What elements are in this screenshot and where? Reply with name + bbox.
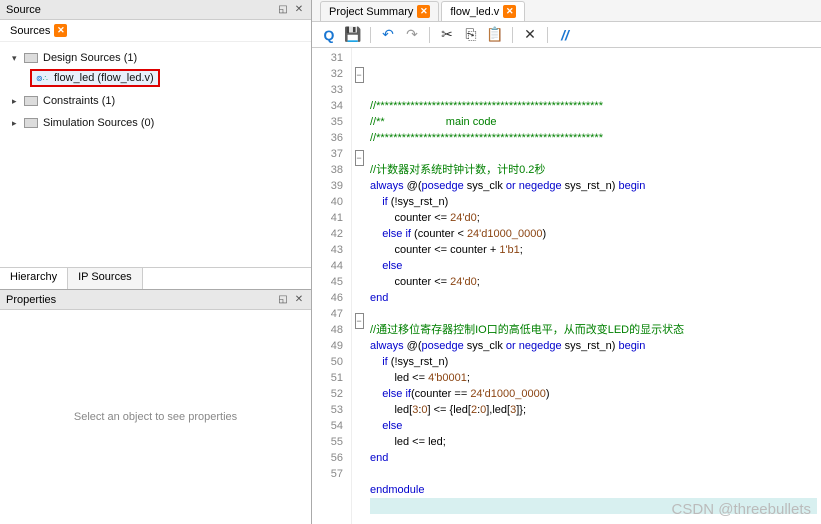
tree-item-design-sources[interactable]: ▾ Design Sources (1) [6, 50, 305, 66]
fold-column: − − − [352, 48, 366, 524]
properties-empty: Select an object to see properties [0, 310, 311, 524]
restore-icon[interactable]: ◱ [277, 294, 289, 306]
folder-icon [24, 53, 38, 63]
close-panel-icon[interactable]: ✕ [293, 294, 305, 306]
code-area[interactable]: //**************************************… [366, 48, 821, 524]
chevron-right-icon[interactable]: ▸ [12, 96, 24, 107]
tab-ip-sources[interactable]: IP Sources [68, 268, 143, 289]
editor-toolbar: Q 💾 ↶ ↷ ✂ ⎘ 📋 ✕ // [312, 22, 821, 48]
sources-subheader: Sources ✕ [0, 20, 311, 42]
restore-icon[interactable]: ◱ [277, 4, 289, 16]
chevron-down-icon[interactable]: ▾ [12, 53, 24, 64]
fold-icon[interactable]: − [355, 150, 364, 166]
tree-item-flow-led[interactable]: ⊚∴ flow_led (flow_led.v) [30, 69, 160, 87]
verilog-file-icon: ⊚∴ [36, 72, 50, 84]
source-panel-title: Source [6, 4, 41, 16]
folder-icon [24, 118, 38, 128]
close-icon[interactable]: ✕ [417, 5, 430, 18]
sources-label: Sources [10, 25, 50, 37]
undo-icon[interactable]: ↶ [379, 26, 397, 44]
tree-item-constraints[interactable]: ▸ Constraints (1) [6, 93, 305, 109]
tab-hierarchy[interactable]: Hierarchy [0, 268, 68, 289]
paste-icon[interactable]: 📋 [486, 26, 504, 44]
comment-icon[interactable]: // [556, 26, 574, 44]
close-icon[interactable]: ✕ [503, 5, 516, 18]
fold-icon[interactable]: − [355, 313, 364, 329]
close-icon[interactable]: ✕ [54, 24, 67, 37]
source-tabs: Hierarchy IP Sources [0, 267, 311, 289]
save-icon[interactable]: 💾 [344, 26, 362, 44]
tab-project-summary[interactable]: Project Summary ✕ [320, 1, 439, 21]
copy-icon[interactable]: ⎘ [462, 26, 480, 44]
code-editor[interactable]: 3132333435363738394041424344454647484950… [312, 48, 821, 524]
sources-tree: ▾ Design Sources (1) ⊚∴ flow_led (flow_l… [0, 42, 311, 267]
watermark: CSDN @threebullets [672, 502, 811, 518]
tree-item-simulation[interactable]: ▸ Simulation Sources (0) [6, 115, 305, 131]
cut-icon[interactable]: ✂ [438, 26, 456, 44]
properties-header: Properties ◱ ✕ [0, 290, 311, 310]
editor-tabs: Project Summary ✕ flow_led.v ✕ [312, 0, 821, 22]
redo-icon[interactable]: ↷ [403, 26, 421, 44]
search-icon[interactable]: Q [320, 26, 338, 44]
fold-icon[interactable]: − [355, 67, 364, 83]
close-panel-icon[interactable]: ✕ [293, 4, 305, 16]
line-gutter: 3132333435363738394041424344454647484950… [312, 48, 352, 524]
chevron-right-icon[interactable]: ▸ [12, 118, 24, 129]
properties-title: Properties [6, 294, 56, 306]
folder-icon [24, 96, 38, 106]
delete-icon[interactable]: ✕ [521, 26, 539, 44]
source-panel-header: Source ◱ ✕ [0, 0, 311, 20]
tab-flow-led[interactable]: flow_led.v ✕ [441, 1, 525, 21]
